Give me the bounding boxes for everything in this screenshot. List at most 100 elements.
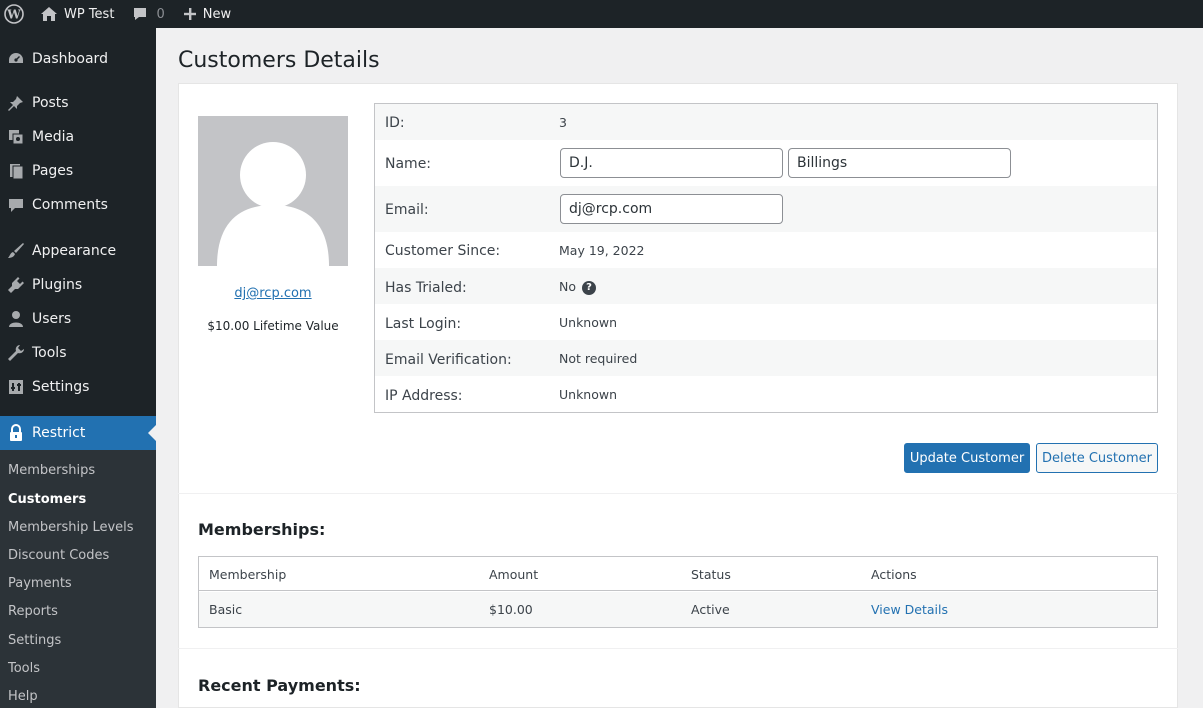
- customer-email-link[interactable]: dj@rcp.com: [198, 286, 348, 301]
- avatar: [198, 116, 348, 266]
- plus-icon: [183, 7, 197, 21]
- new-label: New: [202, 6, 232, 22]
- detail-label: Email:: [385, 202, 429, 218]
- table-header: Membership Amount Status Actions: [199, 557, 1157, 591]
- sidebar-item-label: Tools: [32, 345, 67, 361]
- submenu-item-settings[interactable]: Settings: [8, 633, 61, 648]
- email-verification: Not required: [559, 351, 638, 366]
- last-name-field[interactable]: Billings: [788, 148, 1011, 178]
- column-header: Amount: [489, 567, 539, 582]
- sidebar-item-media[interactable]: Media: [0, 120, 156, 154]
- site-name: WP Test: [64, 6, 115, 22]
- sidebar-item-settings[interactable]: Settings: [0, 370, 156, 404]
- detail-label: Name:: [385, 156, 432, 172]
- view-details-link[interactable]: View Details: [871, 602, 948, 617]
- membership-status: Active: [691, 602, 730, 617]
- ip-address: Unknown: [559, 387, 618, 402]
- column-header: Status: [691, 567, 731, 582]
- last-login: Unknown: [559, 315, 618, 330]
- detail-label: Has Trialed:: [385, 280, 467, 296]
- pages-icon: [4, 161, 28, 181]
- sidebar-item-label: Plugins: [32, 277, 83, 293]
- submenu-item-help[interactable]: Help: [8, 689, 38, 704]
- sidebar-item-tools[interactable]: Tools: [0, 336, 156, 370]
- comments-count: 0: [156, 6, 165, 22]
- memberships-heading: Memberships:: [198, 520, 326, 539]
- table-row: Basic $10.00 Active View Details: [199, 592, 1157, 627]
- sidebar-item-appearance[interactable]: Appearance: [0, 234, 156, 268]
- sidebar-item-pages[interactable]: Pages: [0, 154, 156, 188]
- detail-row-email-verification: Email Verification: Not required: [375, 340, 1157, 376]
- sidebar-item-label: Settings: [32, 379, 90, 395]
- delete-customer-button[interactable]: Delete Customer: [1036, 443, 1158, 473]
- wordpress-logo-icon[interactable]: W: [0, 0, 28, 28]
- detail-row-email: Email: dj@rcp.com: [375, 186, 1157, 232]
- restrict-submenu: Memberships Customers Membership Levels …: [0, 450, 156, 708]
- sidebar-item-restrict[interactable]: Restrict: [0, 416, 156, 450]
- detail-label: Last Login:: [385, 316, 462, 332]
- plugin-icon: [4, 275, 28, 295]
- detail-label: Email Verification:: [385, 352, 512, 368]
- sidebar-item-comments[interactable]: Comments: [0, 188, 156, 222]
- sidebar-item-label: Pages: [32, 163, 74, 179]
- pin-icon: [4, 93, 28, 113]
- wrench-icon: [4, 343, 28, 363]
- home-icon: [40, 6, 58, 22]
- detail-row-ip-address: IP Address: Unknown: [375, 376, 1157, 412]
- settings-icon: [4, 377, 28, 397]
- section-divider: [178, 648, 1178, 649]
- submenu-item-membership-levels[interactable]: Membership Levels: [8, 520, 134, 535]
- sidebar-item-users[interactable]: Users: [0, 302, 156, 336]
- comments-icon: [4, 195, 28, 215]
- comment-bubble-icon: [132, 6, 148, 22]
- sidebar-item-posts[interactable]: Posts: [0, 86, 156, 120]
- detail-label: IP Address:: [385, 388, 463, 404]
- sidebar-item-label: Posts: [32, 95, 69, 111]
- section-divider: [178, 493, 1178, 494]
- sidebar-item-dashboard[interactable]: Dashboard: [0, 42, 156, 76]
- submenu-item-tools[interactable]: Tools: [8, 661, 40, 676]
- default-avatar-icon: [217, 142, 329, 266]
- first-name-field[interactable]: D.J.: [560, 148, 783, 178]
- has-trialed-value-wrap: No?: [559, 279, 596, 295]
- submenu-item-reports[interactable]: Reports: [8, 604, 58, 619]
- media-icon: [4, 127, 28, 147]
- update-customer-button[interactable]: Update Customer: [904, 443, 1030, 473]
- dashboard-icon: [4, 49, 28, 69]
- user-icon: [4, 309, 28, 329]
- customer-details-table: ID: 3 Name: D.J. Billings Email: dj@rcp.…: [374, 103, 1158, 413]
- column-header: Actions: [871, 567, 917, 582]
- memberships-table: Membership Amount Status Actions Basic $…: [198, 556, 1158, 628]
- recent-payments-heading: Recent Payments:: [198, 676, 361, 695]
- submenu-item-payments[interactable]: Payments: [8, 576, 72, 591]
- submenu-item-discount-codes[interactable]: Discount Codes: [8, 548, 109, 563]
- submenu-item-memberships[interactable]: Memberships: [8, 463, 95, 478]
- admin-sidebar: Dashboard Posts Media Pages Comments App…: [0, 28, 156, 708]
- email-field[interactable]: dj@rcp.com: [560, 194, 783, 224]
- sidebar-item-plugins[interactable]: Plugins: [0, 268, 156, 302]
- membership-name: Basic: [209, 602, 243, 617]
- new-content-link[interactable]: New: [175, 0, 239, 28]
- has-trialed: No: [559, 279, 576, 294]
- customer-since: May 19, 2022: [559, 243, 645, 258]
- detail-row-last-login: Last Login: Unknown: [375, 304, 1157, 340]
- detail-label: Customer Since:: [385, 243, 501, 259]
- detail-row-has-trialed: Has Trialed: No?: [375, 268, 1157, 304]
- membership-amount: $10.00: [489, 602, 533, 617]
- help-question-icon[interactable]: ?: [582, 280, 596, 295]
- detail-row-customer-since: Customer Since: May 19, 2022: [375, 232, 1157, 268]
- sidebar-item-label: Dashboard: [32, 51, 108, 67]
- admin-bar: W WP Test 0 New: [0, 0, 1203, 28]
- submenu-item-customers[interactable]: Customers: [8, 492, 86, 507]
- brush-icon: [4, 241, 28, 261]
- site-name-link[interactable]: WP Test: [32, 0, 122, 28]
- detail-label: ID:: [385, 115, 405, 131]
- sidebar-item-label: Appearance: [32, 243, 117, 259]
- comments-link[interactable]: 0: [124, 0, 172, 28]
- svg-text:W: W: [6, 8, 21, 22]
- sidebar-item-label: Restrict: [32, 425, 86, 441]
- customer-id: 3: [559, 115, 567, 130]
- page-title: Customers Details: [178, 48, 380, 73]
- lifetime-value: $10.00 Lifetime Value: [207, 319, 339, 333]
- lock-icon: [4, 423, 28, 443]
